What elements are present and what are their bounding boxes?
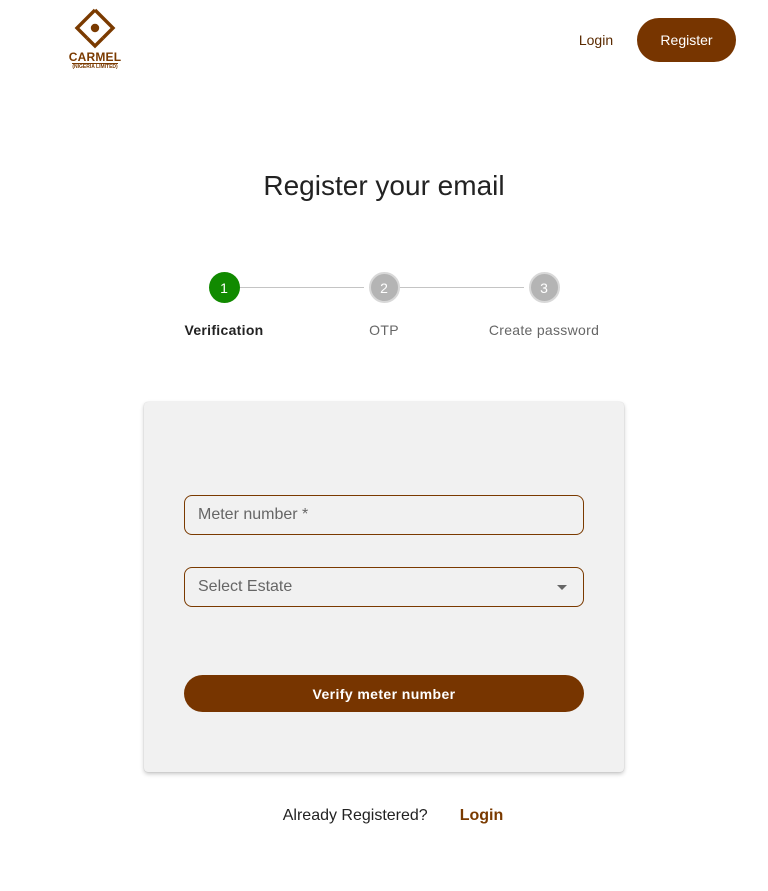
brand-name: CARMEL (68, 50, 122, 64)
step-otp: 2 OTP (304, 270, 464, 338)
meter-number-input[interactable] (198, 496, 583, 534)
step-verification: 1 Verification (144, 270, 304, 338)
brand-subtitle: (NIGERIA LIMITED) (72, 63, 118, 70)
brand-logo[interactable]: CARMEL (NIGERIA LIMITED) (62, 8, 128, 72)
verify-meter-button[interactable]: Verify meter number (184, 675, 584, 712)
login-prompt: Already Registered? Login (0, 804, 768, 828)
meter-number-field[interactable] (184, 495, 584, 535)
step-number-badge: 3 (528, 272, 560, 303)
step-label: OTP (369, 322, 399, 338)
verification-card: Select Estate Verify meter number (144, 402, 624, 772)
already-registered-text: Already Registered? (282, 807, 428, 824)
step-label: Verification (184, 322, 264, 338)
dropdown-arrow-icon (557, 584, 567, 590)
page-title: Register your email (263, 170, 505, 201)
registration-stepper: 1 Verification 2 OTP 3 Create password (0, 270, 768, 350)
nav-login-link[interactable]: Login (569, 26, 623, 54)
footer-login-link[interactable]: Login (460, 807, 504, 825)
step-number-badge: 2 (368, 272, 400, 303)
estate-select-value: Select Estate (198, 578, 293, 595)
step-create-password: 3 Create password (464, 270, 624, 338)
nav-register-button[interactable]: Register (637, 18, 736, 62)
step-number-badge: 1 (208, 272, 240, 303)
step-label: Create password (488, 322, 600, 338)
carmel-logo-icon (74, 8, 116, 49)
estate-select[interactable]: Select Estate (184, 567, 584, 607)
